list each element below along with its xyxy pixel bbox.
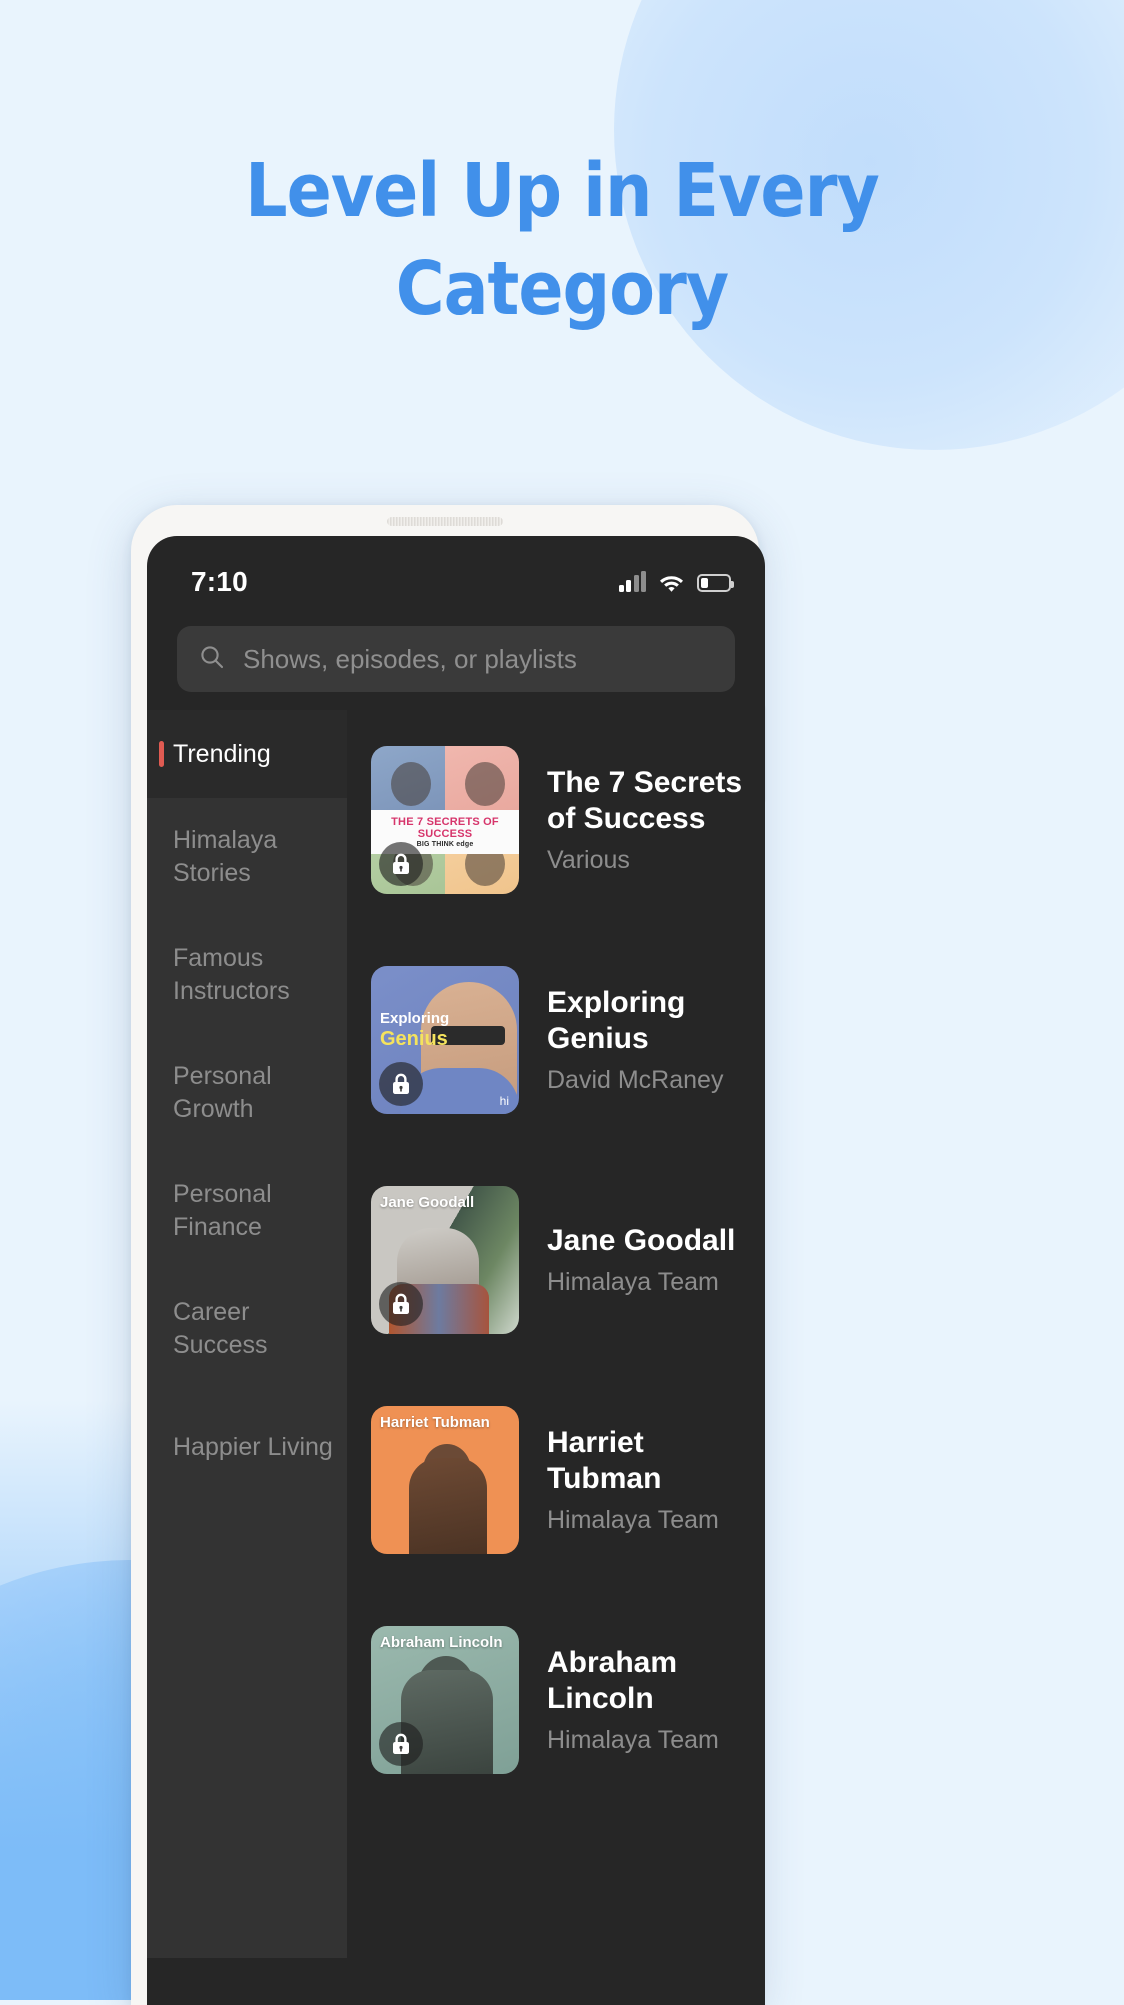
show-author: Himalaya Team xyxy=(547,1268,719,1296)
sidebar-item-label: Personal Finance xyxy=(173,1180,272,1241)
artwork-word-2: Genius xyxy=(380,1028,448,1050)
sidebar-item-personal-finance[interactable]: Personal Finance xyxy=(147,1152,347,1270)
lock-icon xyxy=(379,1722,423,1766)
show-artwork: Harriet Tubman xyxy=(371,1406,519,1554)
artwork-label: Abraham Lincoln xyxy=(380,1634,503,1651)
show-author: Various xyxy=(547,846,630,874)
list-item[interactable]: Exploring Genius hi Exploring Genius Dav… xyxy=(371,930,765,1150)
sidebar-item-label: Happier Living xyxy=(173,1432,333,1461)
decorative-strip-left xyxy=(0,1400,140,2000)
category-sidebar: Trending Himalaya Stories Famous Instruc… xyxy=(147,710,347,1958)
signal-bars-icon xyxy=(618,571,646,592)
artwork-corner-text: hi xyxy=(499,1094,509,1108)
show-author: Himalaya Team xyxy=(547,1726,719,1754)
sidebar-item-personal-growth[interactable]: Personal Growth xyxy=(147,1034,347,1152)
browse-content: Trending Himalaya Stories Famous Instruc… xyxy=(147,710,765,1958)
artwork-band-line-1: THE 7 SECRETS OF SUCCESS xyxy=(391,815,499,840)
show-title: Jane Goodall xyxy=(547,1224,736,1257)
wifi-icon xyxy=(659,573,684,592)
search-container: Shows, episodes, or playlists xyxy=(147,614,765,710)
show-artwork: Exploring Genius hi xyxy=(371,966,519,1114)
show-meta: Abraham Lincoln Himalaya Team xyxy=(547,1645,765,1755)
show-meta: The 7 Secrets of Success Various xyxy=(547,765,765,875)
show-meta: Harriet Tubman Himalaya Team xyxy=(547,1425,765,1535)
sidebar-item-famous-instructors[interactable]: Famous Instructors xyxy=(147,916,347,1034)
page-title-line-2: Category xyxy=(395,246,729,332)
list-item[interactable]: Harriet Tubman Harriet Tubman Himalaya T… xyxy=(371,1370,765,1590)
list-item[interactable]: THE 7 SECRETS OF SUCCESS BIG THINK edge xyxy=(371,710,765,930)
sidebar-item-himalaya-stories[interactable]: Himalaya Stories xyxy=(147,798,347,916)
lock-icon xyxy=(379,1062,423,1106)
show-artwork: THE 7 SECRETS OF SUCCESS BIG THINK edge xyxy=(371,746,519,894)
phone-mockup: 7:10 Shows, episodes, or playlists Trend… xyxy=(131,505,765,2005)
sidebar-item-label: Trending xyxy=(173,739,271,768)
phone-speaker-grille xyxy=(387,517,503,526)
artwork-band-line-2: BIG THINK edge xyxy=(416,840,474,848)
status-bar-icons xyxy=(618,571,734,592)
sidebar-item-label: Career Success xyxy=(173,1298,268,1359)
active-accent-bar xyxy=(159,741,164,767)
show-author: Himalaya Team xyxy=(547,1506,719,1534)
show-meta: Jane Goodall Himalaya Team xyxy=(547,1223,735,1297)
sidebar-item-trending[interactable]: Trending xyxy=(147,710,347,798)
list-item[interactable]: Jane Goodall Jane Goodall Himalaya Team xyxy=(371,1150,765,1370)
search-placeholder: Shows, episodes, or playlists xyxy=(243,643,577,674)
show-list: THE 7 SECRETS OF SUCCESS BIG THINK edge xyxy=(347,710,765,1958)
search-input[interactable]: Shows, episodes, or playlists xyxy=(177,626,735,692)
page-title-line-1: Level Up in Every xyxy=(245,148,880,234)
lock-icon xyxy=(379,842,423,886)
show-meta: Exploring Genius David McRaney xyxy=(547,985,765,1095)
lock-icon xyxy=(379,1282,423,1326)
show-title: The 7 Secrets of Success xyxy=(547,766,743,835)
show-title: Abraham Lincoln xyxy=(547,1646,678,1715)
show-artwork: Abraham Lincoln xyxy=(371,1626,519,1774)
show-author: David McRaney xyxy=(547,1066,724,1094)
page-title: Level Up in Every Category xyxy=(0,142,1124,338)
artwork-label: Jane Goodall xyxy=(380,1194,475,1211)
sidebar-item-label: Famous Instructors xyxy=(173,944,290,1005)
list-item[interactable]: Abraham Lincoln Abraham Lincoln Himalaya… xyxy=(371,1590,765,1810)
battery-icon xyxy=(697,574,734,592)
artwork-word-1: Exploring xyxy=(380,1010,450,1027)
artwork-label: Harriet Tubman xyxy=(380,1414,490,1431)
show-title: Exploring Genius xyxy=(547,986,686,1055)
sidebar-item-label: Personal Growth xyxy=(173,1062,272,1123)
sidebar-item-label: Himalaya Stories xyxy=(173,826,278,887)
search-icon xyxy=(199,644,225,675)
status-bar: 7:10 xyxy=(147,536,765,614)
sidebar-item-happier-living[interactable]: Happier Living xyxy=(147,1388,347,1506)
status-bar-clock: 7:10 xyxy=(191,566,248,597)
sidebar-item-career-success[interactable]: Career Success xyxy=(147,1270,347,1388)
show-title: Harriet Tubman xyxy=(547,1426,662,1495)
phone-screen: 7:10 Shows, episodes, or playlists Trend… xyxy=(147,536,765,2005)
show-artwork: Jane Goodall xyxy=(371,1186,519,1334)
